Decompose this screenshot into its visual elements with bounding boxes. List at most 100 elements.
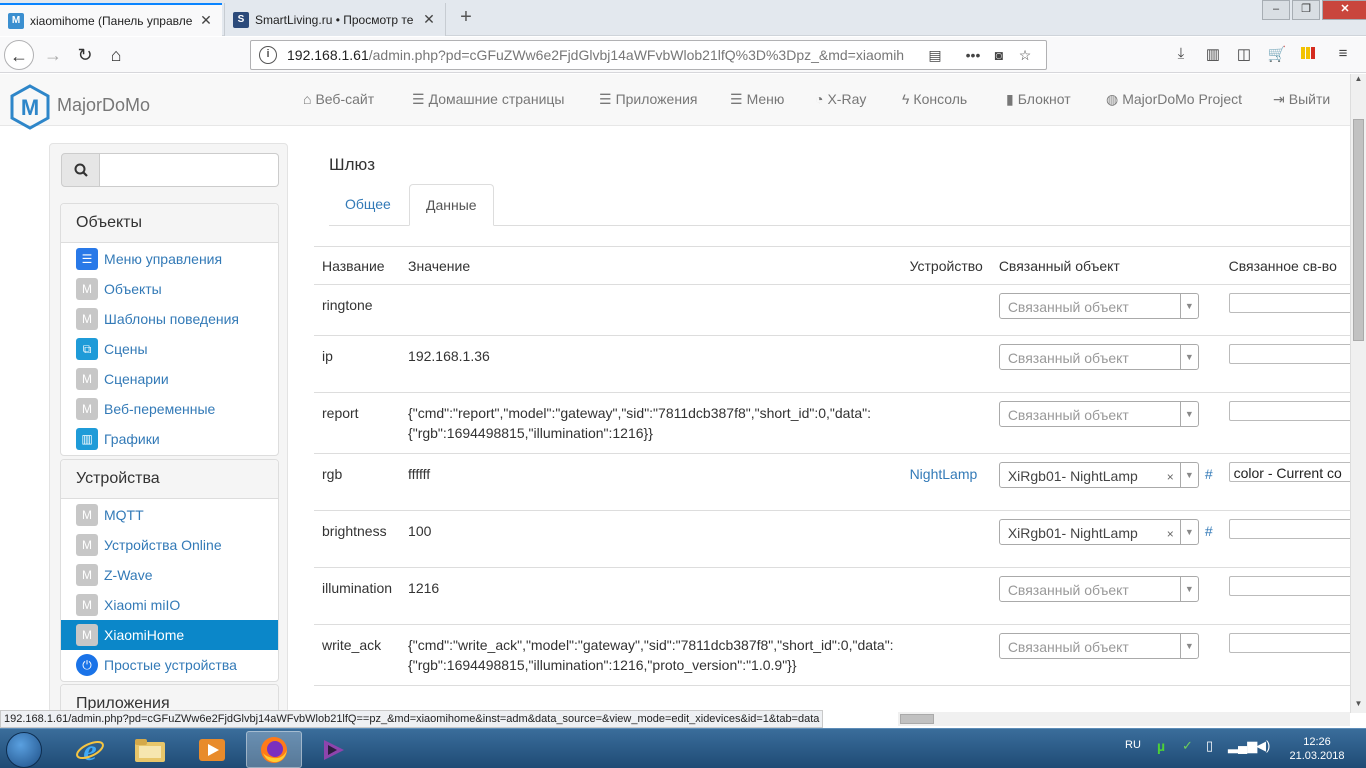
page-actions-icon[interactable]: ••• [960, 47, 986, 63]
menu-home-pages[interactable]: ☰ Домашние страницы [412, 91, 564, 108]
linked-object-select[interactable]: Связанный объект ▼ [998, 576, 1199, 602]
sidebar-item-scenes[interactable]: ⧉ Сцены [61, 334, 278, 364]
table-row: ringtone Связанный объект ▼ [314, 284, 1350, 336]
sidebar-item-xiaomi-miio[interactable]: M Xiaomi miIO [61, 590, 278, 620]
tab-close-icon[interactable]: ✕ [421, 11, 437, 28]
dropdown-arrow-icon: ▼ [1179, 463, 1198, 487]
menu-icon: ☰ [76, 248, 98, 270]
linked-object-select[interactable]: Связанный объект ▼ [998, 344, 1199, 370]
scroll-up-icon[interactable]: ▲ [1351, 74, 1366, 88]
majordomo-logo-icon[interactable]: M [10, 84, 50, 130]
linked-property-input[interactable] [1228, 401, 1350, 421]
window-close-button[interactable]: ✕ [1322, 0, 1366, 20]
sidebar-item-xiaomihome[interactable]: M XiaomiHome [61, 620, 278, 650]
back-button[interactable]: ← [4, 40, 34, 70]
vertical-scrollbar[interactable]: ▲ ▼ [1350, 74, 1366, 713]
url-text[interactable]: 192.168.1.61/admin.php?pd=cGFuZWw6e2FjdG… [287, 47, 922, 63]
menu-majordomo-project[interactable]: ◍ MajorDoMo Project [1106, 91, 1242, 108]
row-name: illumination [314, 567, 401, 625]
utorrent-icon[interactable]: µ [1157, 738, 1165, 754]
browser-tab[interactable]: S SmartLiving.ru • Просмотр те ✕ [224, 3, 446, 36]
clear-selection-icon[interactable]: × [1167, 467, 1174, 487]
object-link-hash[interactable]: # [1205, 466, 1213, 482]
device-tray-icon[interactable]: ▯ [1206, 738, 1213, 754]
linked-object-select[interactable]: Связанный объект ▼ [998, 293, 1199, 319]
sidebar-item-charts[interactable]: ▥ Графики [61, 424, 278, 454]
hamburger-menu-icon[interactable]: ≡ [1332, 45, 1354, 65]
svg-text:e: e [83, 735, 96, 765]
taskbar-firefox[interactable] [246, 731, 302, 768]
sidebar-item-zwave[interactable]: M Z-Wave [61, 560, 278, 590]
tab-close-icon[interactable]: ✕ [198, 12, 214, 29]
bookmark-star-icon[interactable]: ☆ [1012, 47, 1038, 64]
language-indicator[interactable]: RU [1125, 739, 1141, 751]
sidebar-item-scenarios[interactable]: M Сценарии [61, 364, 278, 394]
taskbar-explorer[interactable] [122, 731, 178, 768]
minimize-button[interactable]: – [1262, 0, 1290, 20]
menu-menu[interactable]: ☰ Меню [730, 91, 784, 108]
sidebar-toggle-icon[interactable]: ◫ [1233, 45, 1255, 65]
sidebar-item-devices-online[interactable]: M Устройства Online [61, 530, 278, 560]
scrollbar-thumb[interactable] [900, 714, 934, 724]
menu-notebook[interactable]: ▮ Блокнот [1006, 91, 1071, 108]
downloads-icon[interactable]: ⤓ [1170, 45, 1192, 65]
brand-name[interactable]: MajorDoMo [57, 95, 150, 116]
menu-logout[interactable]: ⇥ Выйти [1273, 91, 1330, 108]
url-bar[interactable]: i 192.168.1.61/admin.php?pd=cGFuZWw6e2Fj… [250, 40, 1047, 70]
pocket-icon[interactable]: ◙ [986, 47, 1012, 63]
new-tab-button[interactable]: + [454, 6, 478, 30]
sidebar-item-mqtt[interactable]: M MQTT [61, 500, 278, 530]
linked-property-input[interactable] [1228, 633, 1350, 653]
scrollbar-thumb[interactable] [1353, 119, 1364, 341]
network-signal-icon[interactable]: ▂▄▆ [1228, 738, 1257, 754]
site-info-icon[interactable]: i [259, 46, 277, 64]
volume-icon[interactable]: ◀) [1256, 738, 1270, 754]
library-icon[interactable]: ▥ [1202, 45, 1224, 65]
scroll-down-icon[interactable]: ▼ [1351, 699, 1366, 713]
clock-date: 21.03.2018 [1289, 750, 1345, 762]
sidebar-item-web-variables[interactable]: M Веб-переменные [61, 394, 278, 424]
taskbar-visual-studio[interactable] [306, 731, 362, 768]
tab-data[interactable]: Данные [409, 184, 494, 226]
taskbar-ie[interactable]: e [62, 731, 118, 768]
column-header: Связанный объект [990, 246, 1221, 285]
linked-property-input[interactable] [1228, 293, 1350, 313]
sidebar-item-simple-devices[interactable]: ⏻ Простые устройства [61, 650, 278, 680]
update-check-icon[interactable]: ✓ [1182, 738, 1193, 754]
horizontal-scrollbar[interactable] [898, 712, 1350, 726]
home-button[interactable]: ⌂ [101, 40, 131, 70]
cart-icon[interactable]: 🛒 [1266, 45, 1288, 65]
taskbar-media-player[interactable] [184, 731, 240, 768]
browser-nav-bar: ← → ↻ ⌂ i 192.168.1.61/admin.php?pd=cGFu… [0, 37, 1366, 73]
linked-property-input[interactable] [1228, 576, 1350, 596]
object-link-hash[interactable]: # [1205, 523, 1213, 539]
tab-general[interactable]: Общее [329, 184, 407, 226]
reader-view-icon[interactable]: ▤ [922, 47, 948, 64]
device-link[interactable]: NightLamp [910, 466, 978, 482]
search-button[interactable] [61, 153, 100, 187]
menu-applications[interactable]: ☰ Приложения [599, 91, 697, 108]
linked-property-input[interactable]: color - Current co [1228, 462, 1350, 482]
linked-property-input[interactable] [1228, 344, 1350, 364]
site-navbar: M MajorDoMo ⌂ Веб-сайт ☰ Домашние страницы… [0, 74, 1350, 130]
flag-extension-icon[interactable] [1297, 45, 1319, 65]
maximize-button[interactable]: ❐ [1292, 0, 1320, 20]
taskbar-clock[interactable]: 12:26 21.03.2018 [1280, 735, 1354, 763]
browser-tab-active[interactable]: M xiaomihome (Панель управле ✕ [0, 3, 222, 36]
reload-button[interactable]: ↻ [70, 40, 100, 70]
linked-object-select[interactable]: Связанный объект ▼ [998, 401, 1199, 427]
sidebar-item-behavior-templates[interactable]: M Шаблоны поведения [61, 304, 278, 334]
sidebar-item-control-menu[interactable]: ☰ Меню управления [61, 244, 278, 274]
forward-button[interactable]: → [38, 40, 68, 70]
linked-object-select[interactable]: XiRgb01- NightLamp × ▼ [998, 519, 1199, 545]
clear-selection-icon[interactable]: × [1167, 524, 1174, 544]
linked-object-select[interactable]: XiRgb01- NightLamp × ▼ [998, 462, 1199, 488]
menu-xray[interactable]: ◔ X-Ray [815, 91, 866, 107]
menu-website[interactable]: ⌂ Веб-сайт [303, 91, 374, 107]
linked-property-input[interactable] [1228, 519, 1350, 539]
search-input[interactable] [100, 153, 279, 187]
sidebar-item-objects[interactable]: M Объекты [61, 274, 278, 304]
linked-object-select[interactable]: Связанный объект ▼ [998, 633, 1199, 659]
start-button[interactable] [6, 732, 42, 768]
menu-console[interactable]: ϟ Консоль [902, 91, 967, 107]
